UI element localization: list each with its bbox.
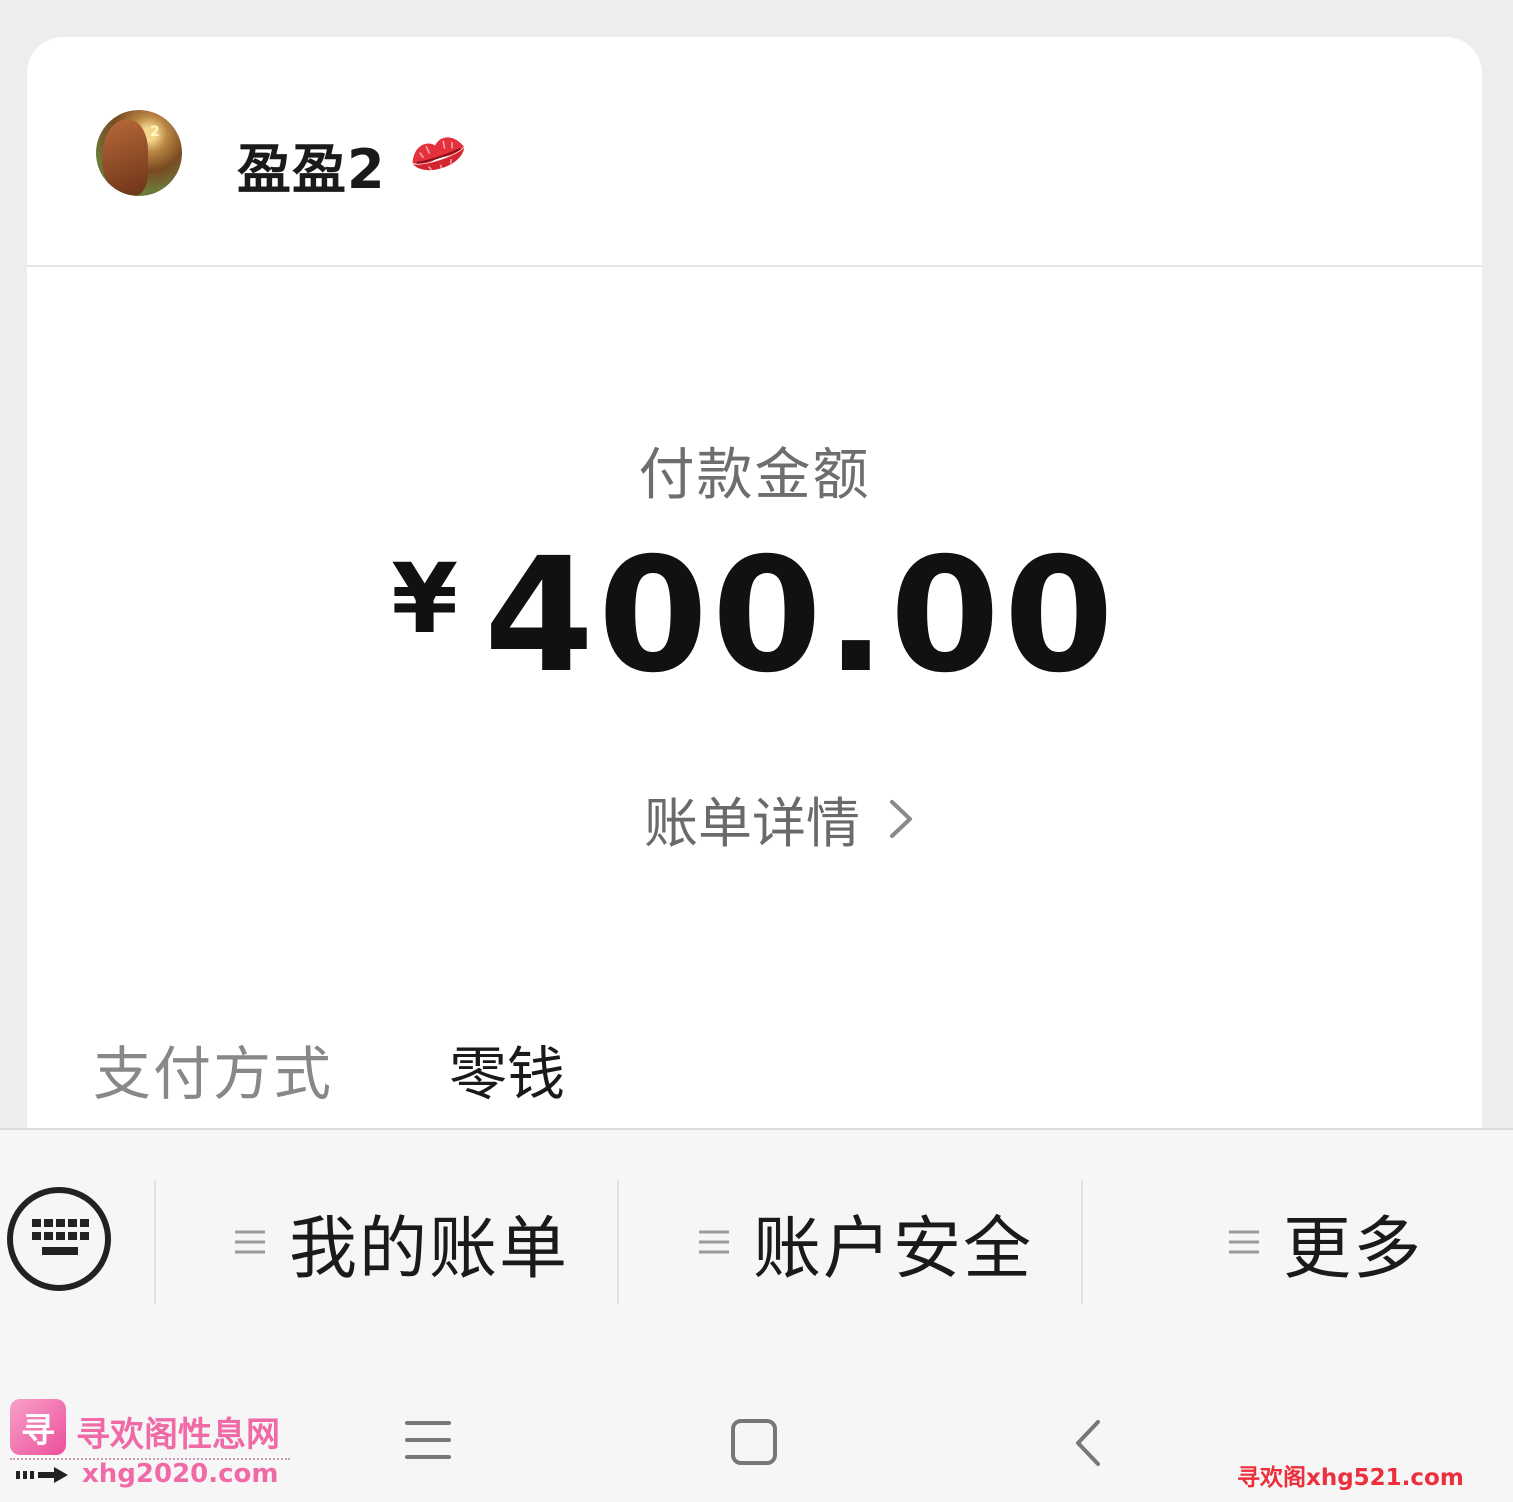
avatar[interactable]: 2 bbox=[96, 110, 182, 196]
menu-icon[interactable] bbox=[404, 1418, 452, 1462]
payment-method-value: 零钱 bbox=[449, 1040, 566, 1108]
payee-header: 2 盈盈2 bbox=[27, 37, 1482, 267]
service-menu-bar: 我的账单 账户安全 更多 bbox=[0, 1128, 1513, 1354]
watermark-logo: 寻 bbox=[10, 1399, 66, 1455]
menu-item-label: 账户安全 bbox=[753, 1209, 1034, 1289]
menu-item-label: 我的账单 bbox=[289, 1209, 570, 1289]
keyboard-icon[interactable] bbox=[6, 1186, 112, 1292]
menu-divider bbox=[1081, 1180, 1083, 1304]
amount-value: 400.00 bbox=[484, 524, 1118, 708]
menu-more[interactable]: 更多 bbox=[1227, 1190, 1423, 1294]
arrow-right-icon bbox=[16, 1467, 68, 1483]
amount-display: ¥400.00 bbox=[27, 537, 1482, 695]
chevron-right-icon bbox=[890, 799, 912, 838]
menu-lines-icon bbox=[235, 1230, 265, 1254]
bill-detail-link[interactable]: 账单详情 bbox=[644, 779, 916, 858]
watermark-url: xhg2020.com bbox=[82, 1459, 279, 1489]
avatar-badge: 2 bbox=[150, 124, 160, 140]
watermark-left: 寻 寻欢阁性息网 xhg2020.com bbox=[10, 1399, 300, 1499]
menu-lines-icon bbox=[699, 1230, 729, 1254]
currency-symbol: ¥ bbox=[391, 543, 459, 655]
watermark-title: 寻欢阁性息网 bbox=[76, 1415, 280, 1455]
kiss-mark-icon bbox=[412, 137, 465, 171]
payee-name: 盈盈2 bbox=[237, 138, 386, 201]
home-icon[interactable] bbox=[730, 1418, 778, 1466]
back-icon[interactable] bbox=[1070, 1418, 1104, 1468]
menu-item-label: 更多 bbox=[1283, 1209, 1424, 1289]
menu-divider bbox=[617, 1180, 619, 1304]
menu-divider bbox=[154, 1180, 156, 1304]
bill-detail-label: 账单详情 bbox=[644, 792, 860, 855]
avatar-photo bbox=[102, 120, 148, 196]
menu-my-bills[interactable]: 我的账单 bbox=[233, 1190, 569, 1294]
payment-method-label: 支付方式 bbox=[93, 1040, 334, 1108]
menu-account-security[interactable]: 账户安全 bbox=[697, 1190, 1033, 1294]
watermark-right: 寻欢阁xhg521.com bbox=[1237, 1465, 1464, 1491]
menu-lines-icon bbox=[1229, 1230, 1259, 1254]
amount-label: 付款金额 bbox=[638, 443, 871, 508]
payment-card: 2 盈盈2 付款金额 ¥400.00 账单详情 支付方式 零钱 bbox=[27, 37, 1482, 1157]
system-navigation-bar: 寻 寻欢阁性息网 xhg2020.com 寻欢阁xhg521.com bbox=[0, 1352, 1513, 1502]
